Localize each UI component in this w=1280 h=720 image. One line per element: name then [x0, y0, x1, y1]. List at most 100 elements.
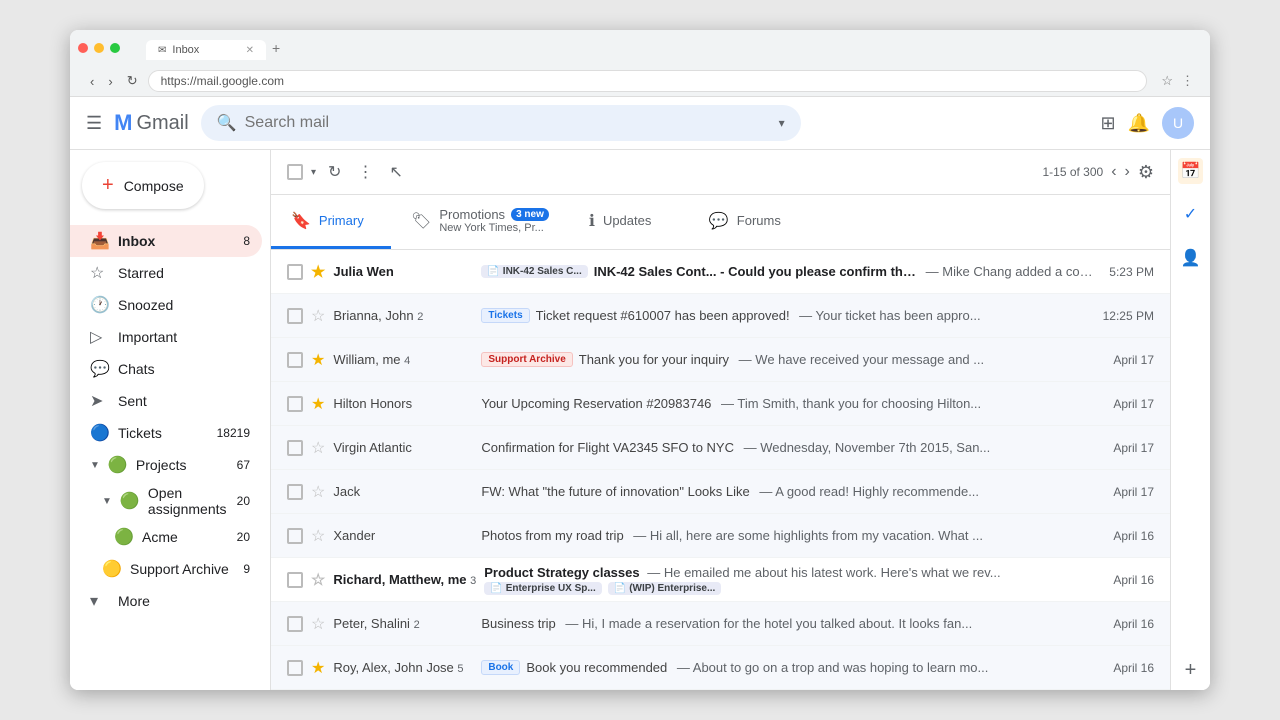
sidebar-item-chats[interactable]: 💬 Chats [70, 353, 262, 385]
email-snippet: — We have received your message and ... [735, 352, 984, 367]
settings-icon[interactable]: ⚙ [1138, 162, 1154, 183]
select-dropdown-arrow[interactable]: ▾ [311, 167, 316, 178]
select-all-checkbox[interactable] [287, 164, 303, 180]
star-icon[interactable]: ★ [311, 658, 325, 678]
table-row[interactable]: ☆ Virgin Atlantic Confirmation for Fligh… [271, 426, 1170, 470]
browser-menu-icon[interactable]: ⋮ [1181, 73, 1194, 89]
hamburger-menu-icon[interactable]: ☰ [86, 113, 102, 134]
email-checkbox[interactable] [287, 660, 303, 676]
star-icon[interactable]: ☆ [311, 438, 325, 458]
email-content: 📄 INK-42 Sales C... INK-42 Sales Cont...… [481, 264, 1093, 279]
email-checkbox[interactable] [287, 264, 303, 280]
inbox-count-badge: 8 [243, 234, 250, 248]
tab-primary[interactable]: 🔖 Primary [271, 195, 391, 249]
browser-icons: ☆ ⋮ [1161, 73, 1194, 89]
table-row[interactable]: ★ Julia Wen 📄 INK-42 Sales C... INK-42 S… [271, 250, 1170, 294]
attachment-name: INK-42 Sales C... [503, 266, 582, 277]
table-row[interactable]: ☆ Peter, Shalini 2 Business trip — Hi, I… [271, 602, 1170, 646]
search-dropdown-icon[interactable]: ▾ [779, 116, 785, 130]
compose-button[interactable]: + Compose [82, 162, 204, 209]
sidebar-item-tickets[interactable]: 🔵 Tickets 18219 [70, 417, 262, 449]
tabs-bar: 🔖 Primary 🏷 Promotions 3 new New York Ti… [271, 195, 1170, 250]
tasks-sidebar-icon[interactable]: ✓ [1180, 200, 1201, 228]
email-snippet: — Tim Smith, thank you for choosing Hilt… [717, 396, 981, 411]
sidebar-item-label-open-assignments: Open assignments [148, 485, 229, 517]
table-row[interactable]: ★ William, me 4 Support Archive Thank yo… [271, 338, 1170, 382]
browser-star-icon: ☆ [1161, 73, 1173, 89]
more-options-icon[interactable]: ⋮ [353, 158, 377, 186]
table-row[interactable]: ☆ Xander Photos from my road trip — Hi a… [271, 514, 1170, 558]
sidebar-item-starred[interactable]: ☆ Starred [70, 257, 262, 289]
tickets-icon: 🔵 [90, 423, 110, 443]
email-content: Business trip — Hi, I made a reservation… [481, 616, 1097, 631]
reload-button[interactable]: ↻ [123, 71, 142, 91]
forward-button[interactable]: › [104, 72, 116, 91]
sidebar-item-acme[interactable]: 🟢 Acme 20 [70, 521, 262, 553]
star-icon[interactable]: ☆ [311, 614, 325, 634]
sidebar-item-label-sent: Sent [118, 393, 250, 409]
browser-tab-gmail[interactable]: ✉ Inbox ✕ [146, 40, 266, 60]
search-bar[interactable]: 🔍 ▾ [201, 105, 801, 141]
tab-forums[interactable]: 💬 Forums [689, 195, 809, 249]
sidebar-item-more[interactable]: ▾ More [70, 585, 262, 617]
avatar[interactable]: U [1162, 107, 1194, 139]
pagination-next-icon[interactable]: › [1125, 163, 1130, 181]
email-subject: Confirmation for Flight VA2345 SFO to NY… [481, 440, 734, 455]
table-row[interactable]: ★ Roy, Alex, John Jose 5 Book Book you r… [271, 646, 1170, 690]
star-icon[interactable]: ★ [311, 350, 325, 370]
star-icon[interactable]: ☆ [311, 482, 325, 502]
calendar-sidebar-icon[interactable]: 📅 [1178, 158, 1204, 184]
toolbar-left: ▾ ↻ ⋮ ↖ [287, 158, 407, 186]
updates-tab-icon: ℹ [589, 211, 595, 231]
sidebar-item-snoozed[interactable]: 🕐 Snoozed [70, 289, 262, 321]
acme-count: 20 [237, 530, 250, 544]
add-app-button[interactable]: + [1185, 659, 1197, 682]
back-button[interactable]: ‹ [86, 72, 98, 91]
sidebar-item-projects[interactable]: ▼ 🟢 Projects 67 [70, 449, 262, 481]
table-row[interactable]: ☆ Jack FW: What "the future of innovatio… [271, 470, 1170, 514]
gmail-main: + Compose 📥 Inbox 8 ☆ Starred [70, 150, 1210, 690]
attachment-name: Enterprise UX Sp... [506, 583, 596, 594]
maximize-dot[interactable] [110, 43, 120, 53]
attachment-chip: 📄 INK-42 Sales C... [481, 265, 587, 278]
refresh-icon[interactable]: ↻ [324, 158, 345, 186]
email-checkbox[interactable] [287, 484, 303, 500]
apps-grid-icon[interactable]: ⊞ [1100, 113, 1115, 134]
sidebar-item-inbox[interactable]: 📥 Inbox 8 [70, 225, 262, 257]
pagination-prev-icon[interactable]: ‹ [1111, 163, 1116, 181]
tab-updates[interactable]: ℹ Updates [569, 195, 689, 249]
table-row[interactable]: ☆ Brianna, John 2 Tickets Ticket request… [271, 294, 1170, 338]
minimize-dot[interactable] [94, 43, 104, 53]
email-checkbox[interactable] [287, 572, 303, 588]
email-checkbox[interactable] [287, 616, 303, 632]
sidebar-item-sent[interactable]: ➤ Sent [70, 385, 262, 417]
sender-name: Richard, Matthew, me 3 [333, 572, 476, 587]
primary-tab-label: Primary [319, 213, 364, 228]
email-checkbox[interactable] [287, 352, 303, 368]
star-icon[interactable]: ☆ [311, 570, 325, 590]
email-checkbox[interactable] [287, 440, 303, 456]
search-input[interactable] [245, 114, 771, 132]
support-archive-count: 9 [243, 562, 250, 576]
contacts-sidebar-icon[interactable]: 👤 [1177, 244, 1205, 272]
url-text: https://mail.google.com [161, 74, 284, 88]
table-row[interactable]: ☆ Richard, Matthew, me 3 Product Strateg… [271, 558, 1170, 602]
search-icon: 🔍 [217, 113, 237, 133]
sidebar-item-open-assignments[interactable]: ▼ 🟢 Open assignments 20 [70, 481, 262, 521]
sidebar-item-important[interactable]: ▷ Important [70, 321, 262, 353]
sidebar-item-support-archive[interactable]: 🟡 Support Archive 9 [70, 553, 262, 585]
email-subject: Ticket request #610007 has been approved… [536, 308, 790, 323]
tab-close-button[interactable]: ✕ [246, 45, 254, 56]
email-checkbox[interactable] [287, 396, 303, 412]
email-checkbox[interactable] [287, 528, 303, 544]
star-icon[interactable]: ☆ [311, 526, 325, 546]
tab-promotions[interactable]: 🏷 Promotions 3 new New York Times, Pr... [391, 195, 569, 249]
star-icon[interactable]: ★ [311, 394, 325, 414]
star-icon[interactable]: ★ [311, 262, 325, 282]
star-icon[interactable]: ☆ [311, 306, 325, 326]
email-checkbox[interactable] [287, 308, 303, 324]
notifications-bell-icon[interactable]: 🔔 [1128, 113, 1150, 134]
new-tab-button[interactable]: + [268, 36, 284, 60]
table-row[interactable]: ★ Hilton Honors Your Upcoming Reservatio… [271, 382, 1170, 426]
close-dot[interactable] [78, 43, 88, 53]
